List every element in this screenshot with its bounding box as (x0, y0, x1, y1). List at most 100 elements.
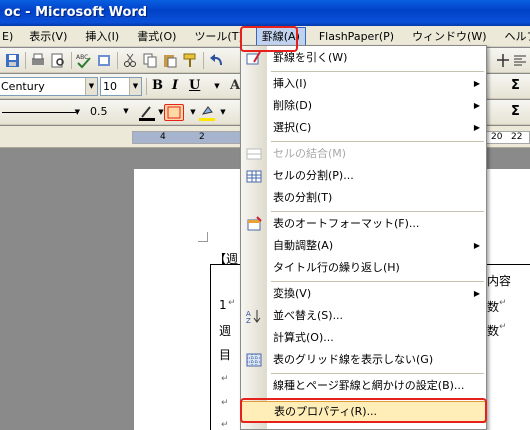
item-highlight-box (240, 398, 487, 423)
toolbar-separator (203, 52, 204, 69)
toolbar-separator (117, 52, 118, 69)
italic-button[interactable]: I (172, 78, 178, 93)
menu-item-delete[interactable]: 削除(D) ▶ (241, 95, 486, 117)
submenu-arrow-icon: ▶ (473, 101, 480, 110)
ruler-margin (133, 132, 241, 143)
bold-button[interactable]: B (152, 78, 163, 93)
menu-item-formula[interactable]: 計算式(O)... (241, 327, 486, 349)
line-style-combo[interactable]: ▼ (0, 104, 80, 121)
chevron-down-icon[interactable]: ▼ (129, 78, 141, 95)
copy-icon[interactable] (141, 52, 159, 69)
menu-edit[interactable]: E) (0, 27, 18, 46)
menu-item-label: 自動調整(A) (273, 239, 334, 252)
table-cell-text: 内容 (487, 274, 512, 288)
paste-icon[interactable] (161, 52, 179, 69)
menu-item-label: 挿入(I) (273, 77, 307, 90)
menu-item-autoformat[interactable]: 表のオートフォーマット(F)... (241, 213, 486, 235)
table-menu-dropdown: 罫線を引く(W) 挿入(I) ▶ 削除(D) ▶ 選択(C) ▶ セルの結合(M… (240, 45, 487, 430)
menu-window[interactable]: ウィンドウ(W) (407, 27, 491, 46)
ruler-number: 2 (199, 132, 205, 142)
menu-item-split-cells[interactable]: セルの分割(P)... (241, 165, 486, 187)
gridlines-icon (246, 352, 262, 368)
chevron-down-icon[interactable]: ▼ (120, 103, 132, 120)
submenu-arrow-icon: ▶ (473, 289, 480, 298)
line-weight-value: 0.5 (90, 105, 108, 118)
menu-item-label: 削除(D) (273, 99, 313, 112)
research-icon[interactable] (95, 52, 113, 69)
menu-item-label: 変換(V) (273, 287, 312, 300)
line-weight-combo[interactable]: 0.5 ▼ (88, 103, 132, 122)
menu-item-convert[interactable]: 変換(V) ▶ (241, 283, 486, 305)
merge-cells-icon (246, 146, 262, 162)
table-cell-text: 週 (219, 324, 232, 338)
font-size-combo[interactable]: 10 ▼ (100, 77, 142, 96)
menu-item-repeat-header[interactable]: タイトル行の繰り返し(H) (241, 257, 486, 279)
chevron-down-icon[interactable]: ▼ (85, 78, 97, 95)
align-left-icon[interactable] (512, 52, 530, 69)
menu-item-autofit[interactable]: 自動調整(A) ▶ (241, 235, 486, 257)
font-size-value: 10 (103, 80, 117, 93)
menu-highlight-box (240, 26, 298, 52)
table-cell-text: 1 (219, 298, 227, 312)
toolbar-separator (25, 52, 26, 69)
menu-separator (271, 141, 484, 142)
undo-icon[interactable] (207, 52, 225, 69)
save-icon[interactable] (4, 52, 22, 69)
table-cell-text: 数 (487, 324, 500, 338)
menu-item-label: 線種とページ罫線と網かけの設定(B)... (273, 379, 465, 392)
window-title: oc - Microsoft Word (4, 5, 148, 20)
ruler-number: 20 (491, 132, 503, 142)
menu-insert[interactable]: 挿入(I) (80, 27, 124, 46)
chevron-down-icon[interactable]: ▼ (214, 104, 232, 121)
format-painter-icon[interactable] (181, 52, 199, 69)
outside-border-icon[interactable] (164, 104, 184, 121)
print-preview-icon[interactable] (49, 52, 67, 69)
menu-item-label: 選択(C) (273, 121, 312, 134)
font-color-button[interactable]: A (230, 78, 240, 93)
menu-item-split-table[interactable]: 表の分割(T) (241, 187, 486, 209)
paragraph-mark: ↵ (221, 374, 229, 384)
sum-button[interactable]: Σ (511, 78, 520, 93)
split-cells-icon (246, 168, 262, 184)
autoformat-icon (246, 216, 262, 232)
title-bar: oc - Microsoft Word (0, 0, 530, 26)
menu-item-label: 計算式(O)... (273, 331, 334, 344)
toolbar-separator (71, 52, 72, 69)
paragraph-mark: ↵ (221, 420, 229, 430)
menu-format[interactable]: 書式(O) (132, 27, 181, 46)
font-name-value: Century (1, 80, 45, 93)
menu-item-hide-gridlines[interactable]: 表のグリッド線を表示しない(G) (241, 349, 486, 371)
move-handle-icon[interactable] (494, 52, 512, 69)
menu-flashpaper[interactable]: FlashPaper(P) (314, 27, 399, 46)
menu-separator (271, 211, 484, 212)
font-name-combo[interactable]: Century ▼ (0, 77, 98, 96)
ruler-number: 4 (160, 132, 166, 142)
underline-button[interactable]: U (189, 78, 200, 93)
menu-item-insert[interactable]: 挿入(I) ▶ (241, 73, 486, 95)
menu-item-sort[interactable]: AZ 並べ替え(S)... (241, 305, 486, 327)
spellcheck-icon[interactable]: ABC (75, 52, 93, 69)
table-cell-text: 数 (487, 300, 500, 314)
sort-az-icon: AZ (246, 308, 262, 325)
paragraph-mark: ↵ (221, 398, 229, 408)
cut-icon[interactable] (121, 52, 139, 69)
submenu-arrow-icon: ▶ (473, 123, 480, 132)
autosum-icon[interactable]: Σ (511, 104, 529, 121)
ruler-number: 22 (511, 132, 523, 142)
menu-tools[interactable]: ツール(T) (189, 27, 247, 46)
menu-help[interactable]: ヘルプ(H) (500, 27, 530, 46)
menu-item-borders-shading[interactable]: 線種とページ罫線と網かけの設定(B)... (241, 375, 486, 397)
menu-item-select[interactable]: 選択(C) ▶ (241, 117, 486, 139)
draw-table-icon (246, 50, 262, 66)
menu-view[interactable]: 表示(V) (24, 27, 72, 46)
menu-item-label: 表の分割(T) (273, 191, 333, 204)
svg-text:Z: Z (246, 317, 251, 324)
menu-separator (271, 373, 484, 374)
menu-separator (271, 281, 484, 282)
chevron-down-icon[interactable]: ▼ (208, 78, 226, 95)
menu-item-label: セルの結合(M) (273, 147, 347, 160)
chevron-down-icon[interactable]: ▼ (75, 108, 80, 116)
print-icon[interactable] (29, 52, 47, 69)
margin-corner (198, 232, 208, 242)
menu-item-label: セルの分割(P)... (273, 169, 354, 182)
